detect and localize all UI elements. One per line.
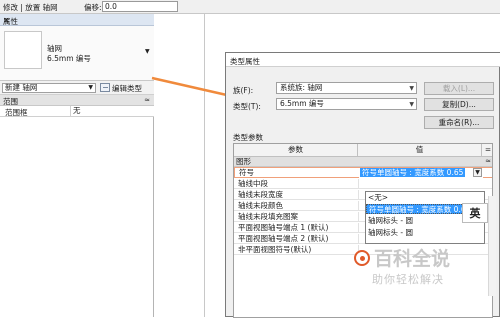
watermark-title: 百科全说 <box>374 248 451 270</box>
chevron-down-icon[interactable]: ▼ <box>473 168 482 177</box>
type-value: 6.5mm 编号 <box>280 99 324 108</box>
type-selector[interactable]: 轴网 6.5mm 编号 ▼ <box>0 26 154 81</box>
group-label: 图形 <box>236 157 251 166</box>
chevron-down-icon: ▼ <box>409 85 414 92</box>
chevron-down-icon: ▼ <box>409 101 414 108</box>
duplicate-button[interactable]: 复制(D)... <box>424 98 494 111</box>
watermark-logo-icon <box>354 250 370 266</box>
instance-filter-select[interactable]: 新建 轴网 ▼ <box>2 83 96 93</box>
param-name: 轴线末段填充图案 <box>238 212 298 221</box>
collapse-icon[interactable]: ≈ <box>485 157 491 166</box>
symbol-value: 符号单圆轴号 : 宽度系数 0.65 <box>360 168 466 177</box>
group-header-graphics[interactable]: 图形 ≈ <box>234 157 492 167</box>
type-parameters-label: 类型参数 <box>233 133 263 142</box>
context-label: 修改 | 放置 轴网 <box>3 3 58 12</box>
edit-type-icon[interactable] <box>100 83 110 92</box>
offset-label: 偏移: <box>84 3 102 12</box>
type-name: 6.5mm 编号 <box>47 54 91 63</box>
param-name: 轴线中段 <box>238 179 268 188</box>
property-row[interactable]: 范围框 无 <box>0 106 154 117</box>
param-value[interactable] <box>358 179 483 189</box>
properties-title-bar: 属性 ✕ <box>0 14 154 26</box>
table-row[interactable]: 轴线中段 <box>234 179 492 189</box>
dropdown-option[interactable]: 轴网标头 - 圆 <box>366 228 484 238</box>
type-properties-dialog: 类型属性 族(F): 系统族: 轴网 ▼ 类型(T): 6.5mm 编号 ▼ 载… <box>225 52 500 318</box>
chevron-down-icon[interactable]: ▼ <box>145 48 150 55</box>
instance-filter-value: 新建 轴网 <box>5 83 38 92</box>
type-label: 类型(T): <box>233 102 261 111</box>
dialog-title: 类型属性 <box>230 57 260 66</box>
view-divider <box>204 14 205 317</box>
family-label: 族(F): <box>233 86 254 95</box>
dialog-title-bar: 类型属性 <box>226 53 500 67</box>
param-name: 轴线末段宽度 <box>238 190 283 199</box>
rename-button[interactable]: 重命名(R)... <box>424 116 494 129</box>
edit-type-button[interactable]: 编辑类型 <box>112 83 142 94</box>
property-label: 范围框 <box>5 108 28 117</box>
symbol-select[interactable]: 符号单圆轴号 : 宽度系数 0.65 ▼ <box>359 168 483 178</box>
section-header-range[interactable]: 范围 ≈ <box>0 95 154 106</box>
close-icon[interactable]: ✕ <box>3 16 151 25</box>
type-thumbnail <box>4 31 42 69</box>
family-select[interactable]: 系统族: 轴网 ▼ <box>276 82 417 94</box>
column-header-formula: = <box>482 144 492 157</box>
load-button[interactable]: 载入(L)... <box>424 82 494 95</box>
column-header-parameter: 参数 <box>234 144 358 157</box>
family-value: 系统族: 轴网 <box>280 83 323 92</box>
param-name: 轴线末段颜色 <box>238 201 283 210</box>
table-row-symbol[interactable]: 符号 符号单圆轴号 : 宽度系数 0.65 ▼ <box>234 167 492 178</box>
properties-palette: 属性 ✕ 轴网 6.5mm 编号 ▼ 新建 轴网 ▼ 编辑类型 范围 ≈ 范围框… <box>0 14 154 317</box>
instance-filter-row: 新建 轴网 ▼ 编辑类型 <box>0 81 154 95</box>
dropdown-option[interactable]: <无> <box>366 193 484 203</box>
type-select[interactable]: 6.5mm 编号 ▼ <box>276 98 417 110</box>
column-header-value: 值 <box>358 144 482 157</box>
param-name: 符号 <box>239 168 254 177</box>
param-name: 非平面视图符号(默认) <box>238 245 312 254</box>
offset-input[interactable]: 0.0 <box>102 1 178 12</box>
param-name: 平面视图轴号端点 2 (默认) <box>238 234 329 243</box>
property-value[interactable]: 无 <box>70 106 157 117</box>
chevron-down-icon: ▼ <box>88 84 93 91</box>
ime-indicator[interactable]: 英 <box>462 203 488 223</box>
watermark-subtitle: 助你轻松解决 <box>372 273 444 286</box>
dialog-scrollbar[interactable] <box>488 196 496 296</box>
parameters-table: 参数 值 = 图形 ≈ 符号 符号单圆轴号 : 宽度系数 0.65 ▼ 轴线中段… <box>233 143 493 318</box>
param-name: 平面视图轴号端点 1 (默认) <box>238 223 329 232</box>
option-bar: 修改 | 放置 轴网 偏移: 0.0 <box>0 0 500 14</box>
